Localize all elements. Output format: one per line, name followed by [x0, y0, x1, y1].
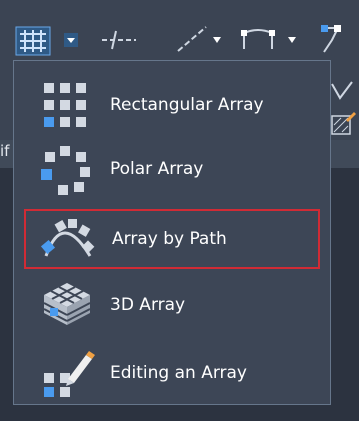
- menu-item-array-by-path[interactable]: Array by Path: [24, 209, 320, 269]
- menu-item-label: Array by Path: [112, 229, 227, 249]
- hatch-icon[interactable]: [330, 112, 356, 136]
- 3d-array-icon: [38, 281, 96, 331]
- array-dropdown-menu: Rectangular Array Polar Array Array by P…: [13, 60, 331, 405]
- panel-title-text: if: [0, 142, 10, 160]
- polyline-icon[interactable]: [330, 80, 356, 102]
- edit-array-icon: [38, 349, 96, 399]
- rectangular-array-icon: [38, 81, 96, 131]
- array-grid-icon[interactable]: [14, 25, 56, 57]
- toolbar: [0, 0, 359, 68]
- menu-item-label: Polar Array: [110, 159, 204, 179]
- line-icon[interactable]: [175, 24, 209, 54]
- dropdown-arrow-icon[interactable]: [212, 36, 222, 44]
- side-toolbar: [330, 68, 359, 140]
- menu-item-polar-array[interactable]: Polar Array: [24, 139, 320, 199]
- polyline-icon[interactable]: [240, 27, 276, 53]
- menu-item-3d-array[interactable]: 3D Array: [24, 275, 320, 335]
- dropdown-arrow-icon[interactable]: [64, 33, 78, 47]
- menu-item-label: 3D Array: [110, 295, 186, 315]
- polar-array-icon: [38, 145, 96, 195]
- menu-item-rectangular-array[interactable]: Rectangular Array: [24, 75, 320, 135]
- menu-item-label: Editing an Array: [110, 363, 247, 383]
- trim-icon[interactable]: [100, 28, 138, 52]
- path-array-icon: [40, 216, 98, 266]
- menu-item-editing-an-array[interactable]: Editing an Array: [24, 343, 320, 403]
- bracket-icon[interactable]: [318, 22, 354, 58]
- dropdown-arrow-icon[interactable]: [287, 36, 297, 44]
- menu-item-label: Rectangular Array: [110, 95, 264, 115]
